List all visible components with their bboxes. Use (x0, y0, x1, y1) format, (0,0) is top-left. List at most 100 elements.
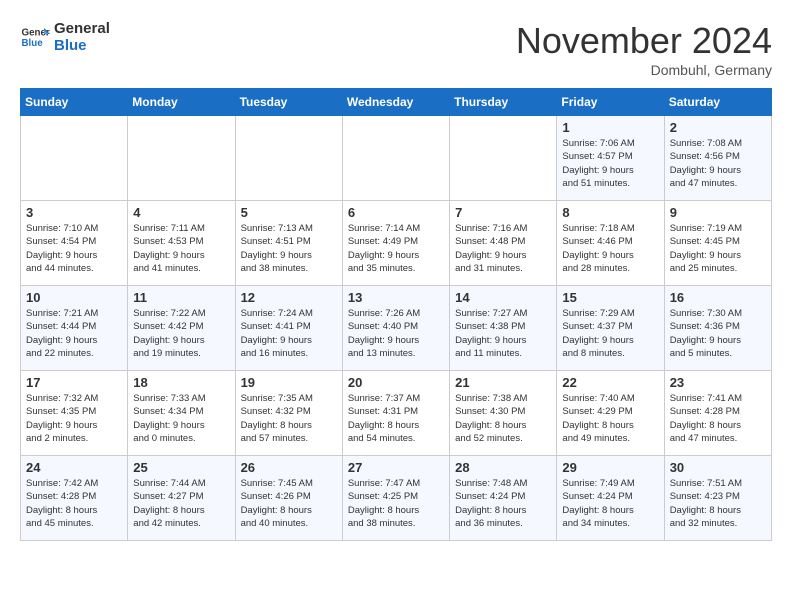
day-cell: 1Sunrise: 7:06 AMSunset: 4:57 PMDaylight… (557, 116, 664, 201)
day-number: 14 (455, 290, 551, 305)
day-info: Sunrise: 7:30 AMSunset: 4:36 PMDaylight:… (670, 307, 766, 360)
week-row-4: 17 Sunrise: 7:32 AMSunset: 4:35 PMDayligh… (21, 371, 772, 456)
logo-text-blue: Blue (54, 37, 110, 54)
day-cell: 17 Sunrise: 7:32 AMSunset: 4:35 PMDayligh… (21, 371, 128, 456)
header-row: SundayMondayTuesdayWednesdayThursdayFrid… (21, 89, 772, 116)
day-number: 23 (670, 375, 766, 390)
day-info: Sunrise: 7:27 AMSunset: 4:38 PMDaylight:… (455, 307, 551, 360)
day-cell: 24 Sunrise: 7:42 AMSunset: 4:28 PMDayligh… (21, 456, 128, 541)
day-number: 16 (670, 290, 766, 305)
day-number: 10 (26, 290, 122, 305)
month-title: November 2024 (516, 20, 772, 62)
logo-text-general: General (54, 20, 110, 37)
day-cell: 10 Sunrise: 7:21 AMSunset: 4:44 PMDayligh… (21, 286, 128, 371)
day-number: 17 (26, 375, 122, 390)
week-row-2: 3 Sunrise: 7:10 AMSunset: 4:54 PMDaylight… (21, 201, 772, 286)
header: General Blue General Blue November 2024 … (20, 20, 772, 78)
day-info: Sunrise: 7:21 AMSunset: 4:44 PMDaylight:… (26, 307, 122, 360)
week-row-3: 10 Sunrise: 7:21 AMSunset: 4:44 PMDayligh… (21, 286, 772, 371)
day-info: Sunrise: 7:16 AMSunset: 4:48 PMDaylight:… (455, 222, 551, 275)
day-number: 6 (348, 205, 444, 220)
header-friday: Friday (557, 89, 664, 116)
week-row-1: 1Sunrise: 7:06 AMSunset: 4:57 PMDaylight… (21, 116, 772, 201)
day-info: Sunrise: 7:35 AMSunset: 4:32 PMDaylight:… (241, 392, 337, 445)
location: Dombuhl, Germany (516, 62, 772, 78)
day-cell: 6 Sunrise: 7:14 AMSunset: 4:49 PMDaylight… (342, 201, 449, 286)
day-number: 19 (241, 375, 337, 390)
day-info: Sunrise: 7:40 AMSunset: 4:29 PMDaylight:… (562, 392, 658, 445)
logo-icon: General Blue (20, 22, 50, 52)
day-info: Sunrise: 7:26 AMSunset: 4:40 PMDaylight:… (348, 307, 444, 360)
day-cell: 25 Sunrise: 7:44 AMSunset: 4:27 PMDayligh… (128, 456, 235, 541)
day-info: Sunrise: 7:11 AMSunset: 4:53 PMDaylight:… (133, 222, 229, 275)
calendar-header: SundayMondayTuesdayWednesdayThursdayFrid… (21, 89, 772, 116)
day-info: Sunrise: 7:29 AMSunset: 4:37 PMDaylight:… (562, 307, 658, 360)
day-info: Sunrise: 7:33 AMSunset: 4:34 PMDaylight:… (133, 392, 229, 445)
day-number: 30 (670, 460, 766, 475)
day-number: 20 (348, 375, 444, 390)
day-number: 22 (562, 375, 658, 390)
day-number: 27 (348, 460, 444, 475)
day-number: 29 (562, 460, 658, 475)
header-tuesday: Tuesday (235, 89, 342, 116)
day-cell: 8Sunrise: 7:18 AMSunset: 4:46 PMDaylight… (557, 201, 664, 286)
day-number: 11 (133, 290, 229, 305)
day-cell (235, 116, 342, 201)
day-cell: 4 Sunrise: 7:11 AMSunset: 4:53 PMDaylight… (128, 201, 235, 286)
day-cell: 5Sunrise: 7:13 AMSunset: 4:51 PMDaylight… (235, 201, 342, 286)
header-saturday: Saturday (664, 89, 771, 116)
day-number: 9 (670, 205, 766, 220)
day-info: Sunrise: 7:45 AMSunset: 4:26 PMDaylight:… (241, 477, 337, 530)
day-number: 25 (133, 460, 229, 475)
day-number: 7 (455, 205, 551, 220)
day-number: 26 (241, 460, 337, 475)
day-cell: 18 Sunrise: 7:33 AMSunset: 4:34 PMDayligh… (128, 371, 235, 456)
day-info: Sunrise: 7:10 AMSunset: 4:54 PMDaylight:… (26, 222, 122, 275)
day-info: Sunrise: 7:41 AMSunset: 4:28 PMDaylight:… (670, 392, 766, 445)
day-info: Sunrise: 7:19 AMSunset: 4:45 PMDaylight:… (670, 222, 766, 275)
day-info: Sunrise: 7:49 AMSunset: 4:24 PMDaylight:… (562, 477, 658, 530)
day-cell: 16 Sunrise: 7:30 AMSunset: 4:36 PMDayligh… (664, 286, 771, 371)
day-number: 3 (26, 205, 122, 220)
day-cell: 2Sunrise: 7:08 AMSunset: 4:56 PMDaylight… (664, 116, 771, 201)
day-info: Sunrise: 7:44 AMSunset: 4:27 PMDaylight:… (133, 477, 229, 530)
day-cell: 19 Sunrise: 7:35 AMSunset: 4:32 PMDayligh… (235, 371, 342, 456)
day-info: Sunrise: 7:14 AMSunset: 4:49 PMDaylight:… (348, 222, 444, 275)
day-info: Sunrise: 7:37 AMSunset: 4:31 PMDaylight:… (348, 392, 444, 445)
day-number: 18 (133, 375, 229, 390)
day-info: Sunrise: 7:32 AMSunset: 4:35 PMDaylight:… (26, 392, 122, 445)
day-number: 24 (26, 460, 122, 475)
calendar-table: SundayMondayTuesdayWednesdayThursdayFrid… (20, 88, 772, 541)
header-monday: Monday (128, 89, 235, 116)
day-cell: 21 Sunrise: 7:38 AMSunset: 4:30 PMDayligh… (450, 371, 557, 456)
day-info: Sunrise: 7:22 AMSunset: 4:42 PMDaylight:… (133, 307, 229, 360)
day-cell (128, 116, 235, 201)
header-thursday: Thursday (450, 89, 557, 116)
day-info: Sunrise: 7:24 AMSunset: 4:41 PMDaylight:… (241, 307, 337, 360)
day-info: Sunrise: 7:08 AMSunset: 4:56 PMDaylight:… (670, 137, 766, 190)
day-cell: 27 Sunrise: 7:47 AMSunset: 4:25 PMDayligh… (342, 456, 449, 541)
day-cell: 28Sunrise: 7:48 AMSunset: 4:24 PMDayligh… (450, 456, 557, 541)
day-info: Sunrise: 7:48 AMSunset: 4:24 PMDaylight:… (455, 477, 551, 530)
day-cell: 22 Sunrise: 7:40 AMSunset: 4:29 PMDayligh… (557, 371, 664, 456)
day-cell: 11 Sunrise: 7:22 AMSunset: 4:42 PMDayligh… (128, 286, 235, 371)
day-cell: 23 Sunrise: 7:41 AMSunset: 4:28 PMDayligh… (664, 371, 771, 456)
day-cell (21, 116, 128, 201)
title-area: November 2024 Dombuhl, Germany (516, 20, 772, 78)
day-cell: 14 Sunrise: 7:27 AMSunset: 4:38 PMDayligh… (450, 286, 557, 371)
day-cell: 20 Sunrise: 7:37 AMSunset: 4:31 PMDayligh… (342, 371, 449, 456)
day-cell (342, 116, 449, 201)
day-number: 4 (133, 205, 229, 220)
header-wednesday: Wednesday (342, 89, 449, 116)
calendar-body: 1Sunrise: 7:06 AMSunset: 4:57 PMDaylight… (21, 116, 772, 541)
day-number: 21 (455, 375, 551, 390)
day-number: 1 (562, 120, 658, 135)
day-info: Sunrise: 7:47 AMSunset: 4:25 PMDaylight:… (348, 477, 444, 530)
day-info: Sunrise: 7:38 AMSunset: 4:30 PMDaylight:… (455, 392, 551, 445)
day-cell: 13 Sunrise: 7:26 AMSunset: 4:40 PMDayligh… (342, 286, 449, 371)
day-number: 13 (348, 290, 444, 305)
header-sunday: Sunday (21, 89, 128, 116)
day-number: 15 (562, 290, 658, 305)
day-info: Sunrise: 7:42 AMSunset: 4:28 PMDaylight:… (26, 477, 122, 530)
day-cell: 29 Sunrise: 7:49 AMSunset: 4:24 PMDayligh… (557, 456, 664, 541)
